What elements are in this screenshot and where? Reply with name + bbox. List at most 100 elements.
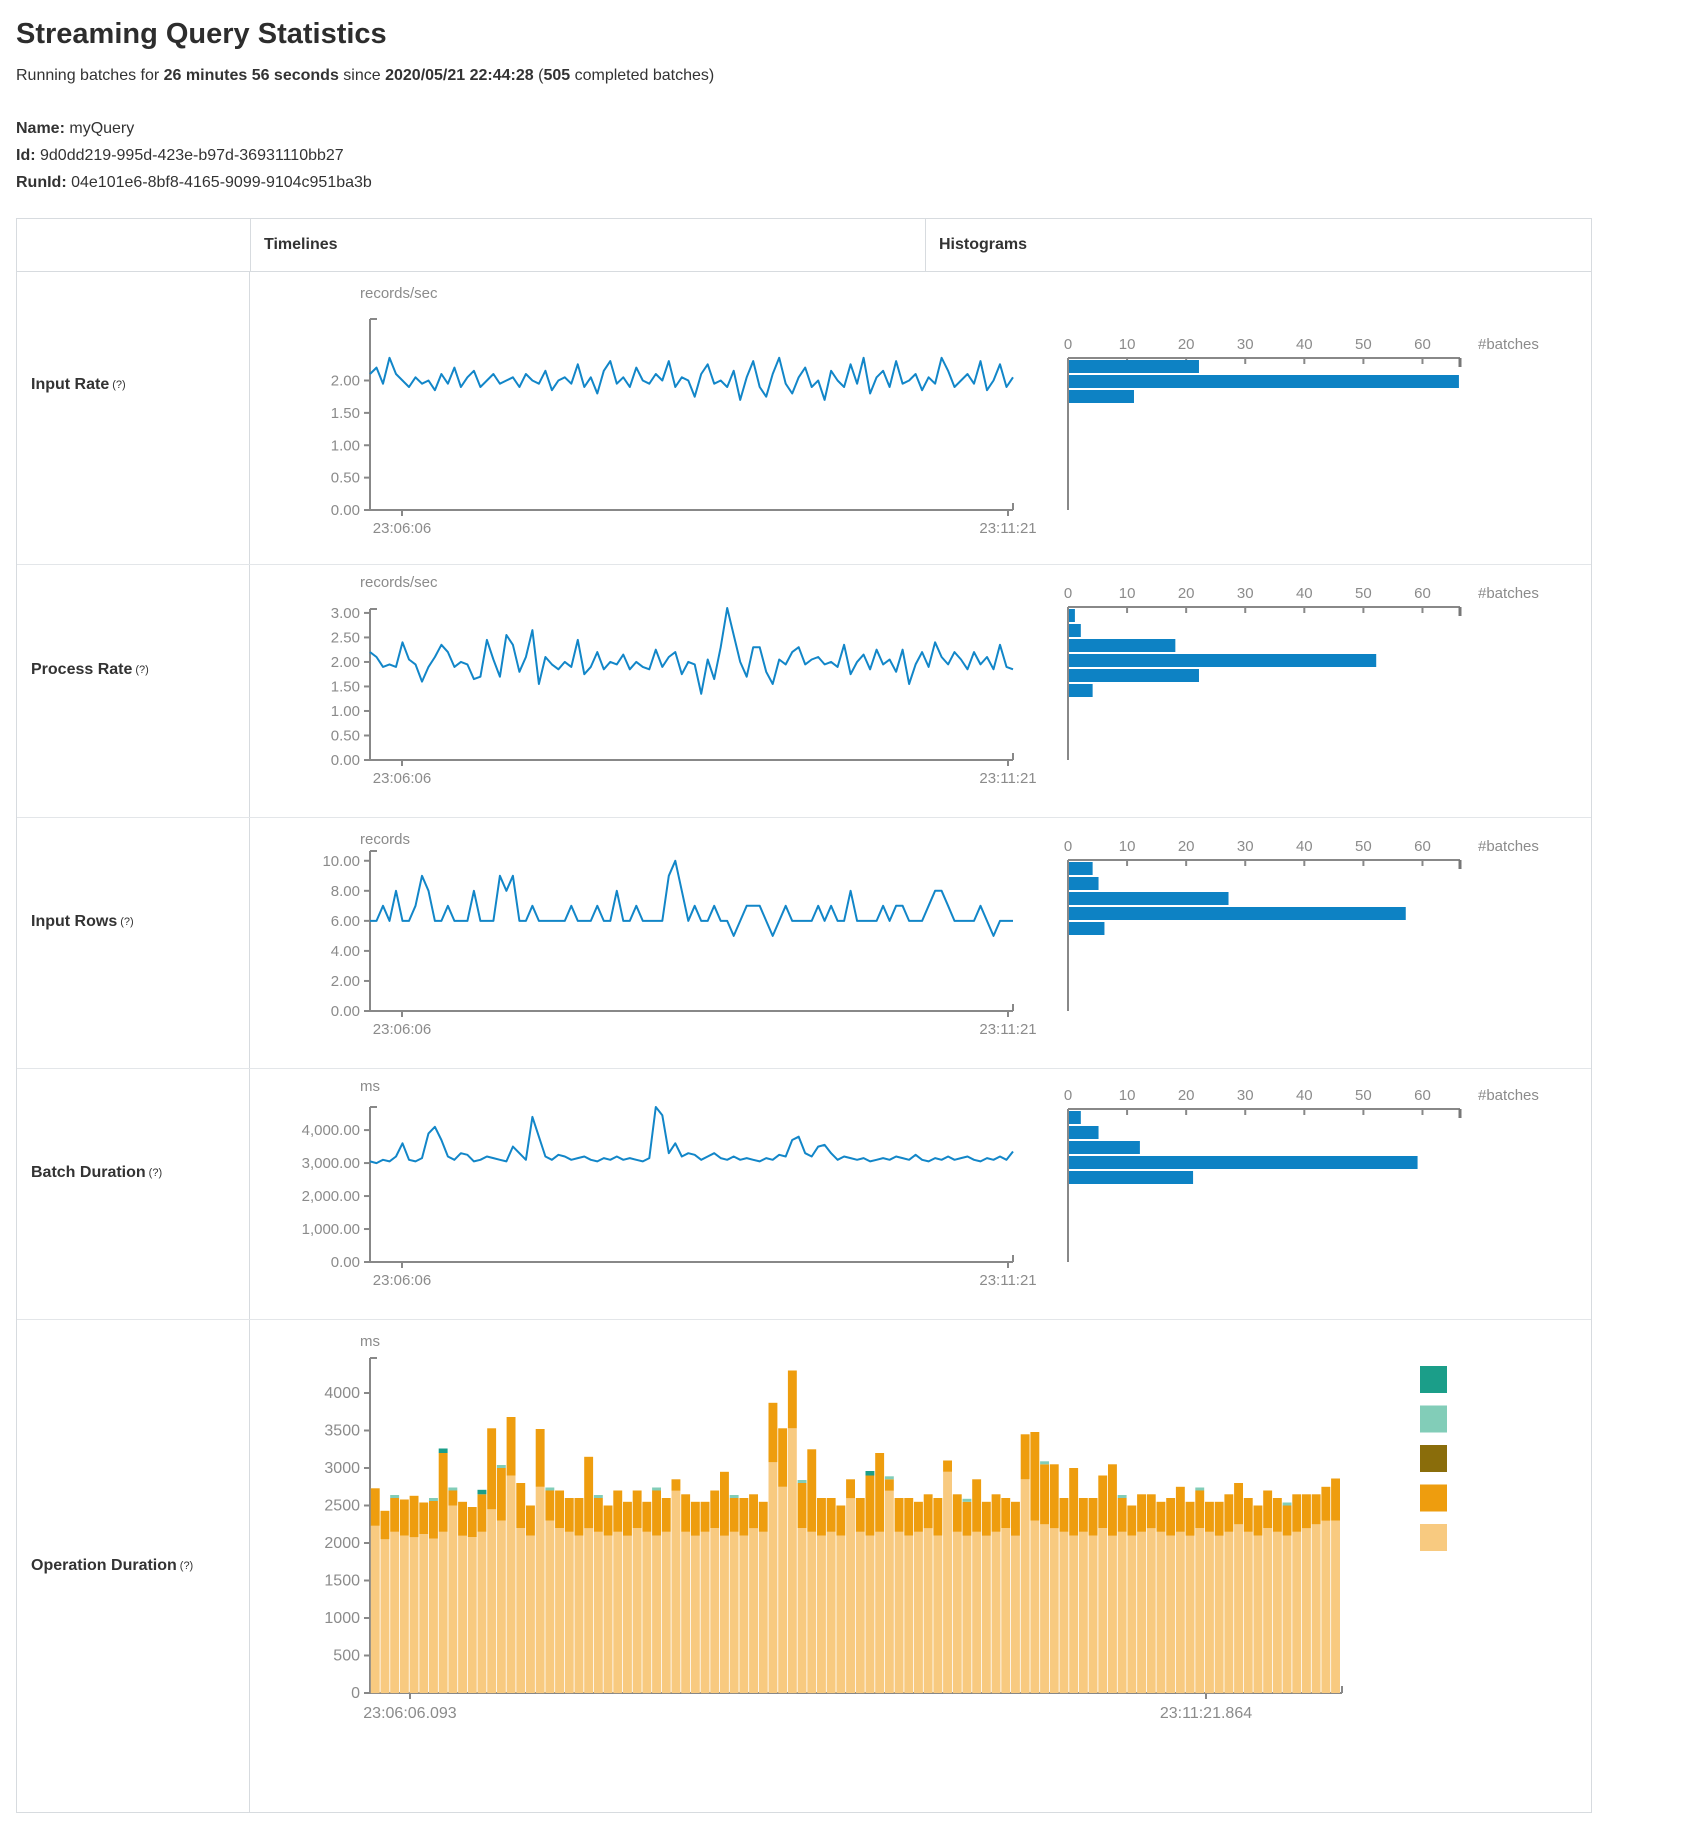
operation-duration-svg: ms0500100015002000250030003500400023:06:…: [250, 1320, 1590, 1812]
input-rate-charts: records/sec0.000.501.001.502.0023:06:062…: [250, 272, 1590, 564]
query-runid-line: RunId: 04e101e6-8bf8-4165-9099-9104c951b…: [16, 169, 1693, 196]
statistics-table: Timelines Histograms Input Rate(?) recor…: [16, 218, 1592, 1813]
process-rate-svg: records/sec0.000.501.001.502.002.503.002…: [250, 565, 1590, 817]
svg-text:30: 30: [1237, 336, 1254, 353]
process-rate-help-icon[interactable]: (?): [135, 664, 148, 676]
svg-text:40: 40: [1296, 336, 1313, 353]
header-histograms: Histograms: [926, 219, 1591, 271]
svg-text:60: 60: [1414, 1087, 1431, 1104]
svg-text:2.00: 2.00: [331, 373, 360, 390]
start-timestamp: 2020/05/21 22:44:28: [385, 67, 534, 84]
summary-prefix: Running batches for: [16, 67, 164, 84]
query-id-line: Id: 9d0dd219-995d-423e-b97d-36931110bb27: [16, 142, 1693, 169]
query-name-value: myQuery: [69, 120, 134, 137]
query-name-line: Name: myQuery: [16, 115, 1693, 142]
svg-text:10.00: 10.00: [322, 853, 360, 870]
svg-text:1.00: 1.00: [331, 437, 360, 454]
batch-duration-help-icon[interactable]: (?): [149, 1167, 162, 1179]
svg-text:20: 20: [1178, 585, 1195, 602]
svg-text:23:06:06: 23:06:06: [373, 1021, 431, 1038]
row-label-process-rate: Process Rate(?): [17, 565, 250, 817]
svg-text:ms: ms: [360, 1333, 380, 1350]
batch-duration-row: Batch Duration(?) ms 0.00 1,000.00 2,000.00…: [17, 1069, 1591, 1320]
svg-text:#batches: #batches: [1478, 838, 1539, 855]
operation-duration-chart: ms0500100015002000250030003500400023:06:…: [250, 1320, 1590, 1812]
svg-text:40: 40: [1296, 585, 1313, 602]
svg-text:40: 40: [1296, 838, 1313, 855]
svg-text:23:11:21: 23:11:21: [979, 520, 1036, 537]
operation-duration-help-icon[interactable]: (?): [180, 1560, 193, 1572]
input-rows-help-icon[interactable]: (?): [120, 916, 133, 928]
legend-swatch-3: [1420, 1445, 1447, 1472]
svg-text:50: 50: [1355, 585, 1372, 602]
batch-duration-charts: ms 0.00 1,000.00 2,000.00 3,000.00 4,000.00 23…: [250, 1069, 1590, 1319]
svg-text:50: 50: [1355, 336, 1372, 353]
svg-text:0.00: 0.00: [331, 502, 360, 519]
svg-text:23:11:21: 23:11:21: [979, 770, 1036, 787]
svg-text:60: 60: [1414, 838, 1431, 855]
running-batches-summary: Running batches for 26 minutes 56 second…: [16, 67, 1693, 85]
svg-text:3.00: 3.00: [331, 605, 360, 622]
svg-text:3000: 3000: [324, 1460, 360, 1477]
svg-text:30: 30: [1237, 585, 1254, 602]
svg-text:0.50: 0.50: [331, 470, 360, 487]
row-label-operation-duration: Operation Duration(?): [17, 1320, 250, 1812]
svg-text:#batches: #batches: [1478, 585, 1539, 602]
svg-text:4.00: 4.00: [331, 943, 360, 960]
svg-text:1,000.00: 1,000.00: [302, 1221, 360, 1238]
svg-text:0.00: 0.00: [331, 1254, 360, 1271]
table-header-row: Timelines Histograms: [17, 219, 1591, 272]
svg-text:10: 10: [1119, 1087, 1136, 1104]
svg-text:1.50: 1.50: [331, 678, 360, 695]
summary-mid: since: [339, 67, 385, 84]
svg-text:3500: 3500: [324, 1423, 360, 1440]
svg-text:10: 10: [1119, 336, 1136, 353]
summary-suffix: completed batches): [570, 67, 714, 84]
query-metadata: Name: myQuery Id: 9d0dd219-995d-423e-b97…: [16, 115, 1693, 196]
svg-text:23:06:06: 23:06:06: [373, 770, 431, 787]
page-title: Streaming Query Statistics: [16, 18, 1693, 51]
svg-text:30: 30: [1237, 1087, 1254, 1104]
svg-text:1.50: 1.50: [331, 405, 360, 422]
svg-text:23:06:06.093: 23:06:06.093: [363, 1705, 457, 1722]
legend-swatch-1: [1420, 1366, 1447, 1393]
process-rate-row: Process Rate(?) records/sec 0.00 0.50 1.00 1…: [17, 565, 1591, 818]
input-rate-row: Input Rate(?) records/sec0.000.501.001.5…: [17, 272, 1591, 565]
svg-text:#batches: #batches: [1478, 1087, 1539, 1104]
svg-text:20: 20: [1178, 1087, 1195, 1104]
legend-swatch-4: [1420, 1485, 1447, 1512]
svg-text:1.00: 1.00: [331, 703, 360, 720]
svg-text:6.00: 6.00: [331, 913, 360, 930]
svg-text:50: 50: [1355, 838, 1372, 855]
svg-text:0.50: 0.50: [331, 727, 360, 744]
svg-text:23:11:21.864: 23:11:21.864: [1160, 1705, 1252, 1722]
legend-swatch-2: [1420, 1406, 1447, 1433]
svg-text:60: 60: [1414, 585, 1431, 602]
input-rate-help-icon[interactable]: (?): [112, 379, 125, 391]
input-rows-svg: records0.002.004.006.008.0010.0023:06:06…: [250, 818, 1590, 1068]
svg-text:0.00: 0.00: [331, 752, 360, 769]
svg-text:23:11:21: 23:11:21: [979, 1272, 1036, 1289]
header-timelines: Timelines: [251, 219, 926, 271]
svg-text:20: 20: [1178, 336, 1195, 353]
svg-text:2,000.00: 2,000.00: [302, 1188, 360, 1205]
svg-text:0: 0: [351, 1685, 360, 1702]
svg-text:20: 20: [1178, 838, 1195, 855]
svg-text:2.00: 2.00: [331, 973, 360, 990]
svg-text:10: 10: [1119, 585, 1136, 602]
row-label-input-rate: Input Rate(?): [17, 272, 250, 564]
svg-text:1000: 1000: [324, 1610, 360, 1627]
svg-text:4,000.00: 4,000.00: [302, 1122, 360, 1139]
svg-text:ms: ms: [360, 1078, 380, 1095]
svg-text:0.00: 0.00: [331, 1003, 360, 1020]
svg-text:1500: 1500: [324, 1573, 360, 1590]
svg-text:4000: 4000: [324, 1385, 360, 1402]
svg-text:records/sec: records/sec: [360, 574, 438, 591]
svg-text:23:11:21: 23:11:21: [979, 1021, 1036, 1038]
svg-text:2000: 2000: [324, 1535, 360, 1552]
input-rows-charts: records0.002.004.006.008.0010.0023:06:06…: [250, 818, 1590, 1068]
svg-text:0: 0: [1064, 1087, 1072, 1104]
svg-text:3,000.00: 3,000.00: [302, 1155, 360, 1172]
row-label-batch-duration: Batch Duration(?): [17, 1069, 250, 1319]
query-runid-value: 04e101e6-8bf8-4165-9099-9104c951ba3b: [71, 174, 372, 191]
